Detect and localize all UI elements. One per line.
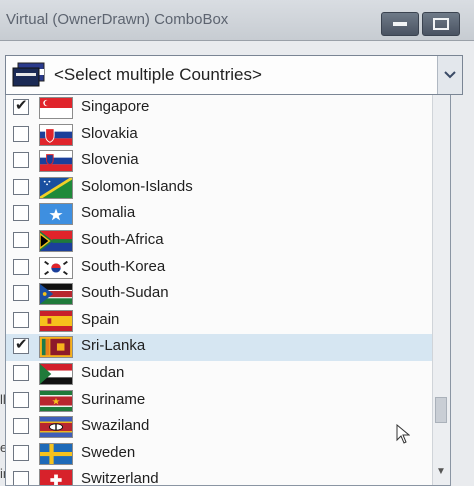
country-name: Singapore [81,98,150,115]
country-name: Somalia [81,204,136,222]
southsudan-flag-icon [39,283,73,306]
scrollbar-thumb[interactable] [435,397,447,423]
sweden-flag-icon [39,442,73,465]
switzerland-flag-icon [39,469,73,485]
checkbox[interactable] [13,444,29,461]
list-item-switzerland[interactable]: Switzerland [6,467,450,486]
country-name: South-Sudan [81,284,169,302]
dropdown-toggle-button[interactable] [437,56,462,94]
minimize-button[interactable] [381,12,419,36]
country-name: Slovenia [81,151,139,169]
flags-icon [12,62,45,87]
country-combobox[interactable]: <Select multiple Countries> [5,55,463,95]
checkbox[interactable] [13,364,29,381]
list-item-singapore[interactable]: ✔ Singapore [6,95,450,122]
checkbox[interactable] [13,391,29,408]
checkbox[interactable] [13,125,29,142]
list-item-solomon-islands[interactable]: Solomon-Islands [6,175,450,202]
scrollbar[interactable]: ▼ [432,95,450,485]
list-item-spain[interactable]: Spain [6,308,450,335]
country-name: Solomon-Islands [81,177,193,195]
checkbox[interactable] [13,205,29,222]
country-name: Sweden [81,443,136,461]
list-item-south-korea[interactable]: South-Korea [6,255,450,282]
window-title: Virtual (OwnerDrawn) ComboBox [6,11,229,28]
country-name: Spain [81,310,120,328]
country-name: Switzerland [81,470,159,486]
checkbox[interactable] [13,471,29,485]
list-item-slovakia[interactable]: Slovakia [6,122,450,149]
southafrica-flag-icon [39,229,73,252]
slovakia-flag-icon [39,123,73,146]
scroll-down-icon[interactable]: ▼ [436,466,446,477]
singapore-flag-icon [39,97,73,119]
list-item-swaziland[interactable]: Swaziland [6,414,450,441]
checkbox[interactable] [13,178,29,195]
checkbox[interactable] [13,311,29,328]
list-item-sudan[interactable]: Sudan [6,361,450,388]
list-item-somalia[interactable]: Somalia [6,201,450,228]
southkorea-flag-icon [39,256,73,279]
maximize-button[interactable] [422,12,460,36]
title-bar: Virtual (OwnerDrawn) ComboBox [0,0,474,41]
country-name: South-Africa [81,230,164,248]
checkbox[interactable] [13,418,29,435]
list-item-sri-lanka[interactable]: ✔ Sri-Lanka [6,334,450,361]
country-name: Swaziland [81,417,150,435]
minimize-icon [393,22,407,26]
chevron-down-icon [444,71,456,79]
checkbox[interactable] [13,152,29,169]
country-dropdown-list[interactable]: ✔ Singapore Slovakia Slovenia Solomon-Island… [5,95,451,486]
slovenia-flag-icon [39,150,73,173]
checkmark-icon: ✔ [15,97,28,114]
country-name: Sudan [81,363,125,381]
srilanka-flag-icon [39,336,73,359]
country-name: Sri-Lanka [81,337,146,355]
checkbox[interactable] [13,258,29,275]
list-item-suriname[interactable]: Suriname [6,388,450,415]
country-name: South-Korea [81,257,166,275]
swaziland-flag-icon [39,416,73,439]
list-item-slovenia[interactable]: Slovenia [6,148,450,175]
checkbox[interactable]: ✔ [13,336,29,355]
combobox-value: <Select multiple Countries> [54,65,262,84]
list-item-south-sudan[interactable]: South-Sudan [6,281,450,308]
sudan-flag-icon [39,362,73,385]
checkbox[interactable]: ✔ [13,97,29,115]
country-name: Suriname [81,390,146,408]
checkmark-icon: ✔ [15,336,28,354]
country-name: Slovakia [81,124,138,142]
list-item-south-africa[interactable]: South-Africa [6,228,450,255]
suriname-flag-icon [39,389,73,412]
list-item-sweden[interactable]: Sweden [6,441,450,468]
mouse-cursor-icon [396,424,410,444]
somalia-flag-icon [39,203,73,226]
checkbox[interactable] [13,231,29,248]
solomon-flag-icon [39,176,73,199]
spain-flag-icon [39,309,73,332]
maximize-icon [433,18,449,30]
checkbox[interactable] [13,285,29,302]
